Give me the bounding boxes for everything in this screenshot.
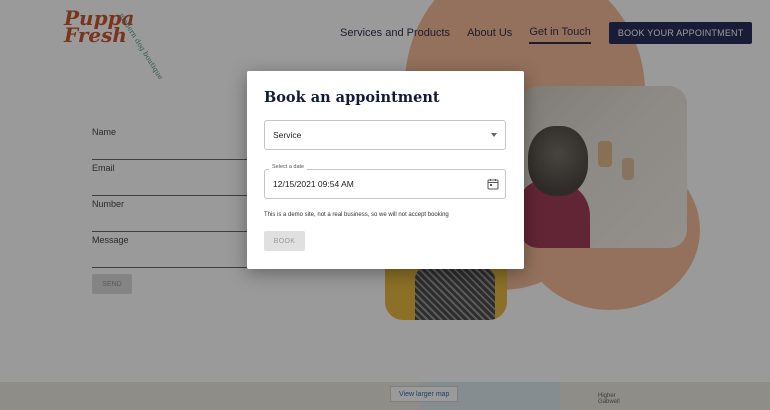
service-select-value: Service	[273, 130, 302, 140]
calendar-icon[interactable]	[487, 178, 499, 190]
booking-dialog: Book an appointment Service 12/15/2021 0…	[247, 71, 524, 269]
demo-notice: This is a demo site, not a real business…	[264, 212, 449, 218]
date-picker-input[interactable]: 12/15/2021 09:54 AM	[264, 169, 506, 199]
book-button[interactable]: BOOK	[264, 231, 305, 251]
date-field-label: Select a date	[269, 164, 308, 170]
service-select[interactable]: Service	[264, 120, 506, 150]
date-value: 12/15/2021 09:54 AM	[273, 179, 354, 189]
dialog-title: Book an appointment	[264, 89, 440, 106]
caret-down-icon	[491, 133, 497, 137]
